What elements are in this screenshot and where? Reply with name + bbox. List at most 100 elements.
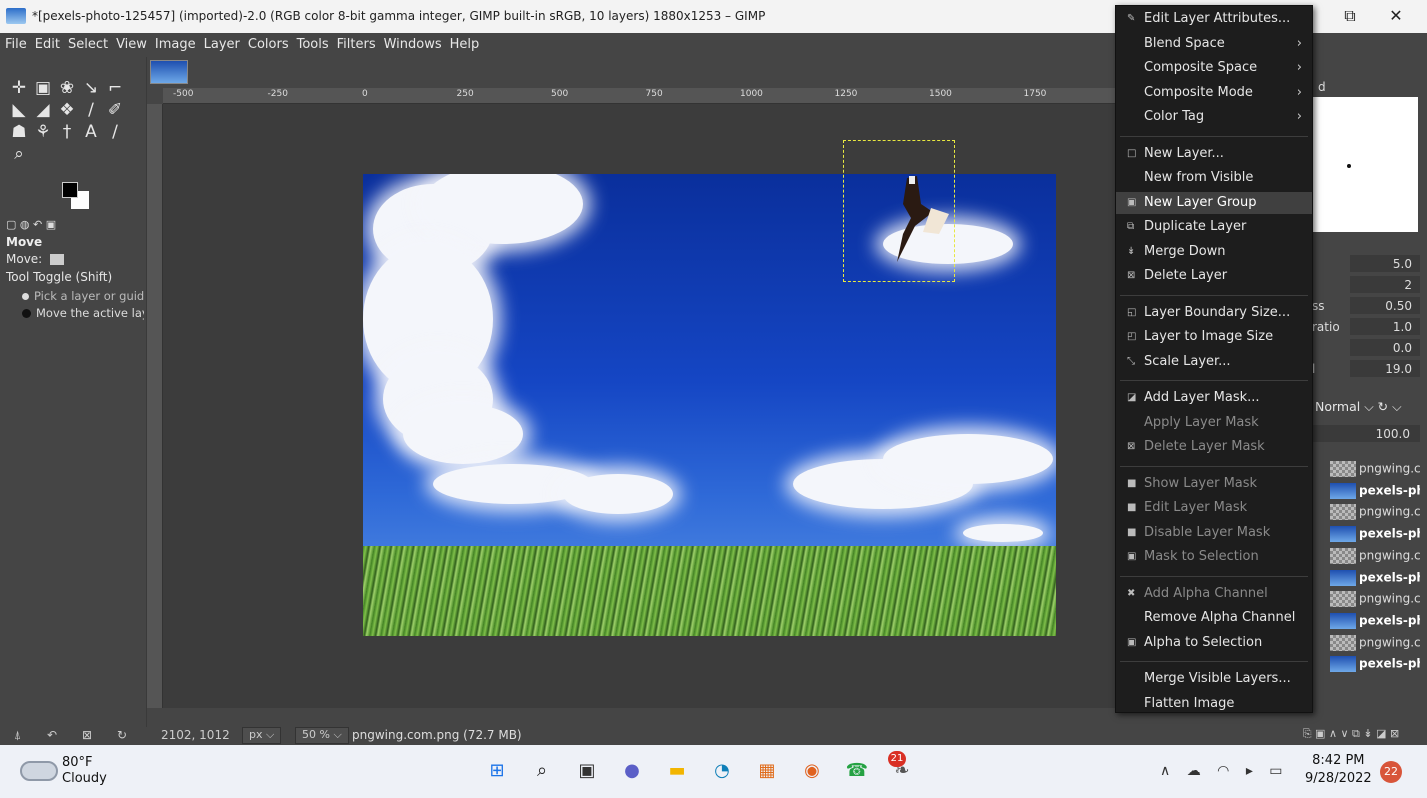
menu-edit[interactable]: Edit — [30, 33, 63, 52]
brush-param-value[interactable]: 0.0 — [1350, 339, 1420, 356]
smudge-icon[interactable]: ⚘ — [32, 121, 54, 143]
menu-filters[interactable]: Filters — [332, 33, 379, 52]
menu-item-color-tag[interactable]: Color Tag › — [1116, 106, 1312, 128]
brush-param-row[interactable]: l 19.0 — [1310, 360, 1420, 378]
layer-row[interactable]: pexels-ph — [1330, 569, 1420, 590]
menu-item-scale-layer[interactable]: ⤡ Scale Layer... — [1116, 351, 1312, 373]
menu-item-add-layer-mask[interactable]: ◪ Add Layer Mask... — [1116, 387, 1312, 409]
zoom-icon[interactable]: ⌕ — [8, 143, 30, 165]
menu-item-new-from-visible[interactable]: New from Visible — [1116, 167, 1312, 189]
move-layer-icon[interactable] — [50, 254, 65, 265]
menu-file[interactable]: File — [0, 33, 30, 52]
menu-item-layer-to-image-size[interactable]: ◰ Layer to Image Size — [1116, 326, 1312, 348]
close-button[interactable]: ✕ — [1376, 6, 1416, 25]
text-icon[interactable]: A — [80, 121, 102, 143]
firefox-icon[interactable]: ◉ — [798, 757, 826, 785]
foreground-color-swatch[interactable] — [62, 182, 78, 198]
edge-icon[interactable]: ◔ — [708, 757, 736, 785]
menu-item-edit-layer-attributes[interactable]: ✎ Edit Layer Attributes... — [1116, 8, 1312, 30]
menu-layer[interactable]: Layer — [199, 33, 243, 52]
layers-dock-buttons[interactable]: ⎘ ▣ ∧ ∨ ⧉ ↡ ◪ ⊠ — [1275, 727, 1427, 745]
save-preset-icon[interactable]: ⍋ — [14, 728, 21, 743]
store-icon[interactable]: ▦ — [753, 757, 781, 785]
file-explorer-icon[interactable]: ▬ — [663, 757, 691, 785]
tool-options-tabs[interactable]: ▢ ◍ ↶ ▣ — [6, 218, 144, 232]
brush-param-value[interactable]: 5.0 — [1350, 255, 1420, 272]
fuzzy-select-icon[interactable]: ↘ — [80, 77, 102, 99]
menu-windows[interactable]: Windows — [379, 33, 445, 52]
unit-select[interactable]: px ⌵ — [242, 727, 282, 744]
bucket-fill-icon[interactable]: ❖ — [56, 99, 78, 121]
paintbrush-icon[interactable]: ∕ — [80, 99, 102, 121]
menu-item-alpha-to-selection[interactable]: ▣ Alpha to Selection — [1116, 632, 1312, 654]
notification-badge[interactable]: 22 — [1380, 761, 1402, 783]
brush-param-value[interactable]: 19.0 — [1350, 360, 1420, 377]
image-tab-thumbnail[interactable] — [150, 60, 188, 84]
unified-transform-icon[interactable]: ◣ — [8, 99, 30, 121]
menu-select[interactable]: Select — [63, 33, 111, 52]
layer-row[interactable]: pngwing.cc — [1330, 504, 1420, 524]
layer-row[interactable]: pngwing.cc — [1330, 547, 1420, 568]
brush-param-row[interactable]: 0.0 — [1310, 339, 1420, 357]
whatsapp-icon[interactable]: ☎ — [843, 757, 871, 785]
lasso-icon[interactable]: ❀ — [56, 77, 78, 99]
menu-image[interactable]: Image — [150, 33, 199, 52]
teams-icon[interactable]: ● — [618, 757, 646, 785]
image-canvas[interactable] — [163, 104, 1127, 708]
system-tray[interactable]: ∧ ☁ ◠ ▸ ▭ — [1160, 763, 1289, 779]
delete-preset-icon[interactable]: ⊠ — [82, 728, 92, 742]
layer-row[interactable]: pexels-ph — [1330, 656, 1420, 676]
warp-icon[interactable]: ◢ — [32, 99, 54, 121]
move-tool-icon[interactable]: ✛ — [8, 77, 30, 99]
brush-param-row[interactable]: 5.0 — [1310, 255, 1420, 273]
menu-item-blend-space[interactable]: Blend Space › — [1116, 33, 1312, 55]
restore-preset-icon[interactable]: ↶ — [47, 728, 57, 742]
brush-param-value[interactable]: 0.50 — [1350, 297, 1420, 314]
eraser-icon[interactable]: ✐ — [104, 99, 126, 121]
menu-item-layer-boundary-size[interactable]: ◱ Layer Boundary Size... — [1116, 302, 1312, 324]
start-icon[interactable]: ⊞ — [483, 757, 511, 785]
restore-button[interactable]: ⧉ — [1330, 6, 1370, 26]
crop-icon[interactable]: ⌐ — [104, 77, 126, 99]
brush-param-value[interactable]: 1.0 — [1350, 318, 1420, 335]
brush-param-value[interactable]: 2 — [1350, 276, 1420, 293]
measure-icon[interactable]: ∕ — [104, 121, 126, 143]
menu-item-merge-visible-layers[interactable]: Merge Visible Layers... — [1116, 668, 1312, 690]
menu-item-flatten-image[interactable]: Flatten Image — [1116, 693, 1312, 715]
menu-item-remove-alpha-channel[interactable]: Remove Alpha Channel — [1116, 607, 1312, 629]
zoom-select[interactable]: 50 % ⌵ — [295, 727, 349, 744]
layer-row[interactable]: pexels-ph — [1330, 526, 1420, 546]
menu-view[interactable]: View — [111, 33, 150, 52]
layer-row[interactable]: pngwing.cc — [1330, 461, 1420, 481]
clone-icon[interactable]: ☗ — [8, 121, 30, 143]
brush-param-row[interactable]: 2 — [1310, 276, 1420, 294]
layer-mode-select[interactable]: Normal ⌵ ↻ ⌵ — [1315, 399, 1402, 415]
brush-param-row[interactable]: ss 0.50 — [1310, 297, 1420, 315]
task-view-icon[interactable]: ▣ — [573, 757, 601, 785]
menu-help[interactable]: Help — [445, 33, 483, 52]
menu-item-delete-layer[interactable]: ⊠ Delete Layer — [1116, 265, 1312, 287]
brush-preview[interactable] — [1310, 97, 1418, 232]
layer-row[interactable]: pngwing.cc — [1330, 634, 1420, 655]
menu-item-duplicate-layer[interactable]: ⧉ Duplicate Layer — [1116, 216, 1312, 238]
menu-tools[interactable]: Tools — [292, 33, 332, 52]
reset-icon[interactable]: ↻ — [117, 728, 127, 742]
menu-item-composite-space[interactable]: Composite Space › — [1116, 57, 1312, 79]
menu-item-new-layer[interactable]: □ New Layer... — [1116, 143, 1312, 165]
search-icon[interactable]: ⌕ — [528, 757, 556, 785]
clock[interactable]: 8:42 PM 9/28/2022 — [1305, 752, 1372, 788]
menu-item-new-layer-group[interactable]: ▣ New Layer Group — [1116, 191, 1312, 214]
layer-opacity-field[interactable]: 100.0 — [1310, 425, 1420, 442]
path-icon[interactable]: † — [56, 121, 78, 143]
layer-row[interactable]: pexels-ph — [1330, 482, 1420, 503]
toolbox-bottom-icons[interactable]: ⍋ ↶ ⊠ ↻ — [0, 727, 147, 745]
brush-param-row[interactable]: ratio 1.0 — [1310, 318, 1420, 336]
radio-pick-layer[interactable]: Pick a layer or guide — [22, 289, 144, 303]
radio-move-active-layer[interactable]: Move the active layer — [22, 306, 144, 320]
menu-item-composite-mode[interactable]: Composite Mode › — [1116, 82, 1312, 104]
layer-row[interactable]: pngwing.cc — [1330, 591, 1420, 611]
rect-select-icon[interactable]: ▣ — [32, 77, 54, 99]
menu-item-merge-down[interactable]: ↡ Merge Down — [1116, 241, 1312, 263]
brushes-tab-label[interactable]: d — [1318, 80, 1326, 94]
layer-row[interactable]: pexels-ph — [1330, 612, 1420, 633]
